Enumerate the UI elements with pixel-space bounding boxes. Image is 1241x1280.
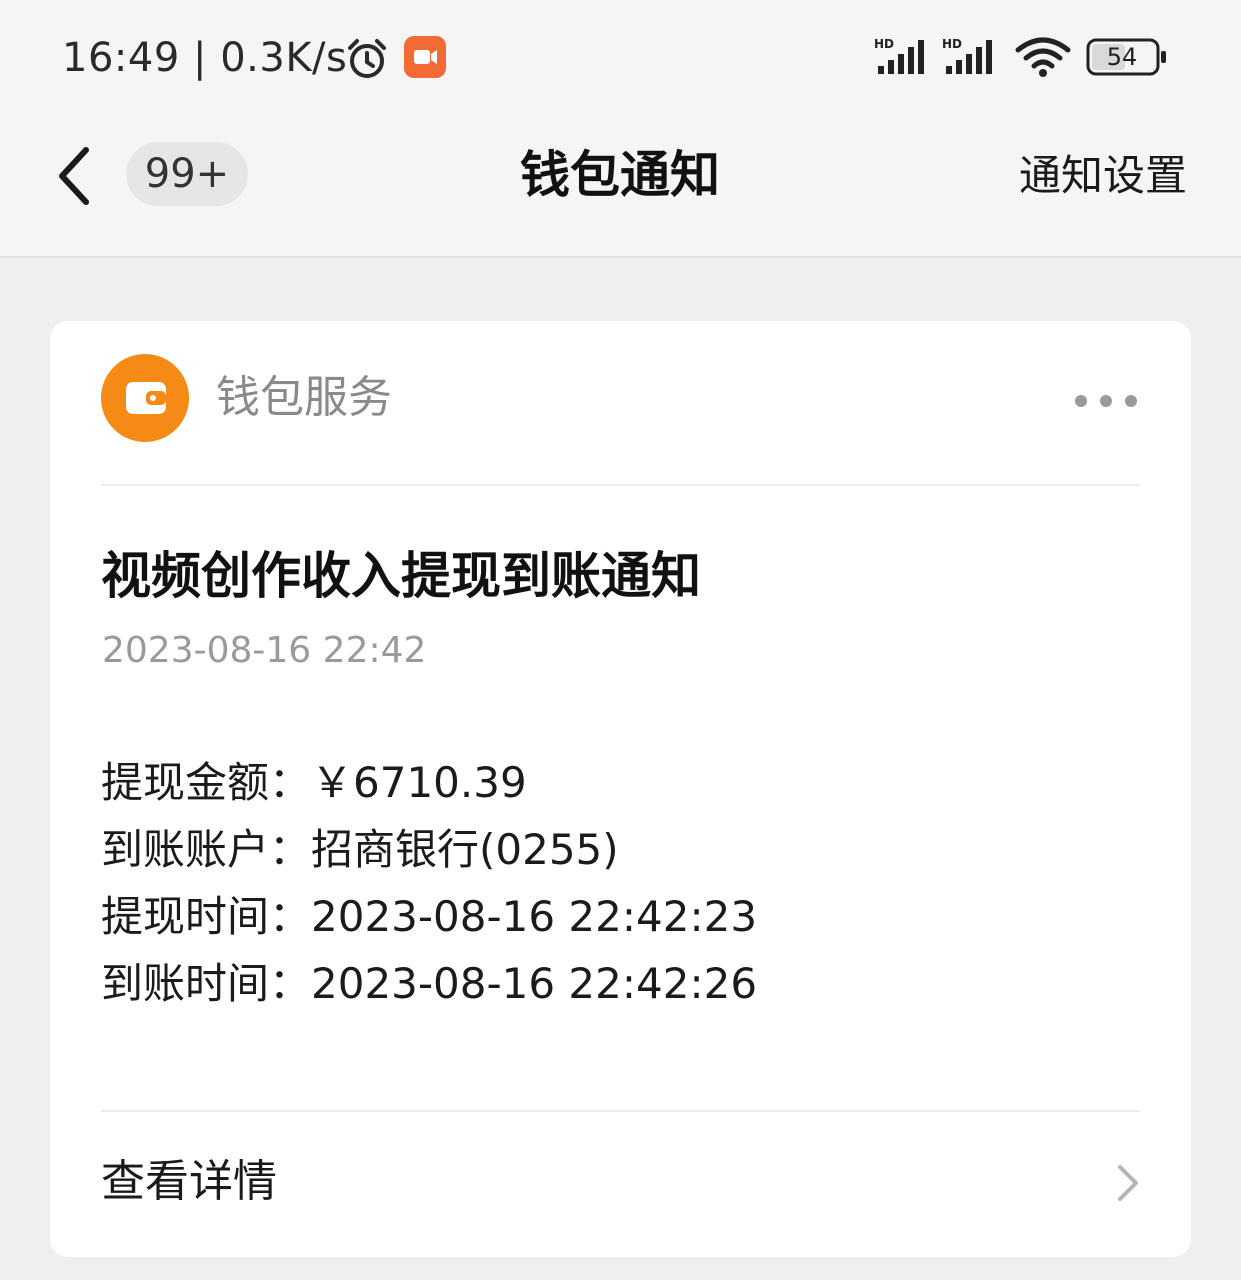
signal-hd-icon: HD <box>942 37 992 74</box>
svg-text:HD: HD <box>874 37 894 51</box>
divider <box>101 1110 1140 1112</box>
screen-record-icon <box>404 36 446 78</box>
chevron-right-icon[interactable] <box>1115 1163 1141 1203</box>
notification-card: 钱包服务 视频创作收入提现到账通知 2023-08-16 22:42 提现金额：… <box>50 321 1191 1257</box>
status-time-speed: 16:49 | 0.3K/s <box>62 30 347 86</box>
wallet-icon <box>126 382 166 414</box>
chevron-left-icon[interactable] <box>52 144 96 208</box>
status-bar: 16:49 | 0.3K/s HD HD 54 <box>0 0 1241 112</box>
more-horizontal-icon[interactable] <box>1073 391 1139 411</box>
battery-level: 54 <box>1106 43 1138 71</box>
detail-withdraw-amount: 提现金额：￥6710.39 <box>101 758 527 807</box>
app-header: 99+ 钱包通知 通知设置 <box>0 112 1241 258</box>
service-logo <box>101 354 189 442</box>
network-speed: 0.3K/s <box>220 35 348 81</box>
status-separator: | <box>193 35 207 81</box>
notification-title: 视频创作收入提现到账通知 <box>101 547 701 605</box>
service-name: 钱包服务 <box>216 372 392 423</box>
notification-date: 2023-08-16 22:42 <box>102 630 427 671</box>
detail-account: 到账账户：招商银行(0255) <box>101 825 619 874</box>
notification-settings-button[interactable]: 通知设置 <box>1019 144 1187 208</box>
detail-withdraw-time: 提现时间：2023-08-16 22:42:23 <box>101 892 758 941</box>
wifi-icon <box>1015 37 1071 77</box>
detail-list: 提现金额：￥6710.39 到账账户：招商银行(0255) 提现时间：2023-… <box>101 749 1101 1017</box>
svg-text:HD: HD <box>942 37 962 51</box>
alarm-icon <box>348 39 386 78</box>
page-title: 钱包通知 <box>520 146 720 204</box>
view-details-button[interactable]: 查看详情 <box>101 1149 277 1215</box>
detail-arrival-time: 到账时间：2023-08-16 22:42:26 <box>101 959 758 1008</box>
signal-hd-icon: HD <box>874 37 924 74</box>
status-time: 16:49 <box>62 35 180 81</box>
unread-count-badge[interactable]: 99+ <box>126 142 248 206</box>
divider <box>101 484 1140 486</box>
